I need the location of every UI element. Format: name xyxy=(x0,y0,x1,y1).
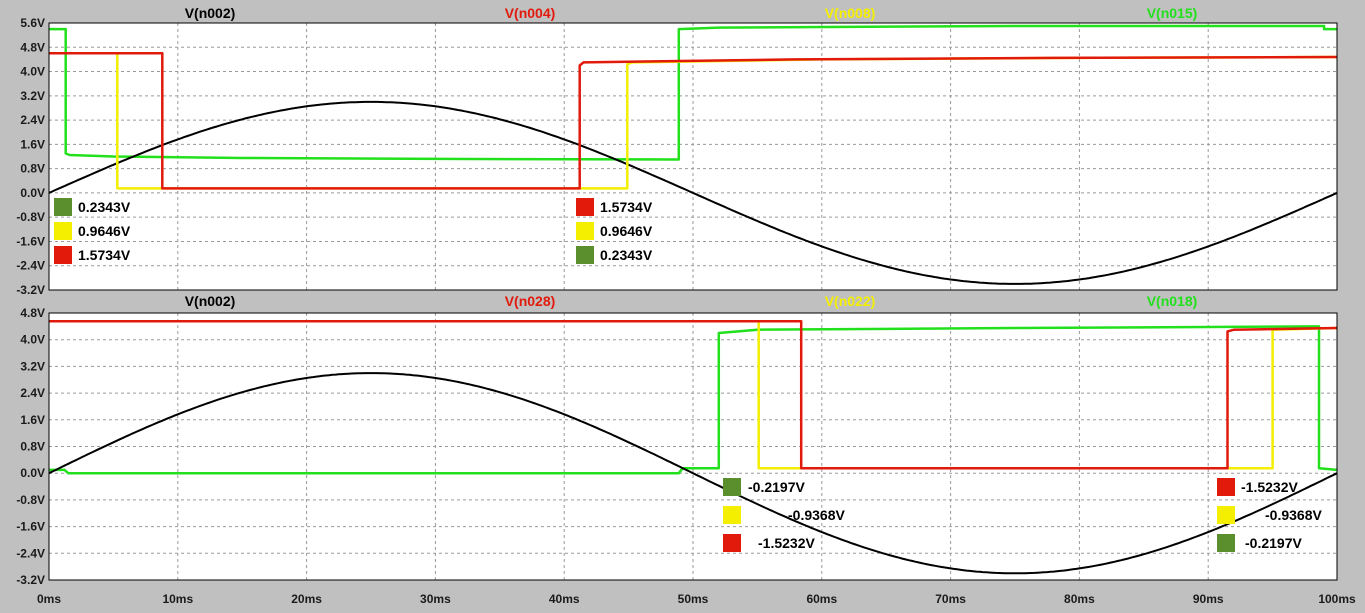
y-tick-label: 0.8V xyxy=(20,162,45,176)
trace-label[interactable]: V(n018) xyxy=(1147,293,1198,309)
panel-bottom: 4.8V 4.0V 3.2V 2.4V 1.6V 0.8V 0.0V -0.8V -1.6V -2… xyxy=(16,293,1356,606)
readout-swatch xyxy=(576,198,594,216)
x-tick-label: 100ms xyxy=(1318,592,1356,606)
panel-top: 5.6V 4.8V 4.0V 3.2V 2.4V 1.6V 0.8V 0.0V -0.8V -1.… xyxy=(16,5,1338,297)
readout-swatch xyxy=(576,246,594,264)
readout-swatch xyxy=(54,246,72,264)
x-tick-label: 40ms xyxy=(549,592,580,606)
x-tick-label: 20ms xyxy=(291,592,322,606)
y-tick-label: -0.8V xyxy=(16,493,45,507)
x-tick-label: 30ms xyxy=(420,592,451,606)
readout-swatch xyxy=(723,506,741,524)
readout-value: 1.5734V xyxy=(600,199,653,215)
y-tick-label: 1.6V xyxy=(20,413,45,427)
trace-label[interactable]: V(n015) xyxy=(1147,5,1198,21)
readout-value: 0.9646V xyxy=(78,223,131,239)
readout-swatch xyxy=(1217,534,1235,552)
trace-label[interactable]: V(n028) xyxy=(505,293,556,309)
y-tick-label: -2.4V xyxy=(16,546,45,560)
y-tick-label: 3.2V xyxy=(20,89,45,103)
readout-swatch xyxy=(723,478,741,496)
y-tick-label: 2.4V xyxy=(20,113,45,127)
y-tick-label: 2.4V xyxy=(20,386,45,400)
oscilloscope-chart: 5.6V 4.8V 4.0V 3.2V 2.4V 1.6V 0.8V 0.0V -0.8V -1.… xyxy=(16,5,1356,606)
x-tick-label: 80ms xyxy=(1064,592,1095,606)
y-tick-label: 1.6V xyxy=(20,137,45,151)
readout-swatch xyxy=(576,222,594,240)
readout-swatch xyxy=(54,198,72,216)
x-tick-label: 60ms xyxy=(806,592,837,606)
y-tick-label: 0.0V xyxy=(20,186,45,200)
cursor-readout-right: 1.5734V 0.9646V 0.2343V xyxy=(576,198,653,264)
readout-value: -0.2197V xyxy=(748,479,805,495)
trace-label[interactable]: V(n004) xyxy=(505,5,556,21)
readout-value: 1.5734V xyxy=(78,247,131,263)
readout-value: -0.2197V xyxy=(1245,535,1302,551)
y-tick-label: -3.2V xyxy=(16,283,45,297)
readout-value: -1.5232V xyxy=(1241,479,1298,495)
readout-value: 0.9646V xyxy=(600,223,653,239)
readout-swatch xyxy=(1217,506,1235,524)
y-tick-label: 0.8V xyxy=(20,440,45,454)
y-tick-label: 0.0V xyxy=(20,466,45,480)
trace-label[interactable]: V(n002) xyxy=(185,293,236,309)
y-tick-label: 5.6V xyxy=(20,16,45,30)
y-tick-label: 4.8V xyxy=(20,306,45,320)
readout-value: -0.9368V xyxy=(788,507,845,523)
y-tick-label: -2.4V xyxy=(16,259,45,273)
y-tick-label: -0.8V xyxy=(16,210,45,224)
trace-label[interactable]: V(n008) xyxy=(825,5,876,21)
cursor-readout-left: 0.2343V 0.9646V 1.5734V xyxy=(54,198,131,264)
readout-swatch xyxy=(1217,478,1235,496)
readout-value: -1.5232V xyxy=(758,535,815,551)
readout-value: 0.2343V xyxy=(78,199,131,215)
x-tick-label: 0ms xyxy=(37,592,61,606)
x-tick-label: 90ms xyxy=(1193,592,1224,606)
readout-value: -0.9368V xyxy=(1265,507,1322,523)
y-tick-label: -3.2V xyxy=(16,573,45,587)
trace-label[interactable]: V(n002) xyxy=(185,5,236,21)
y-tick-label: -1.6V xyxy=(16,520,45,534)
x-tick-label: 50ms xyxy=(678,592,709,606)
readout-swatch xyxy=(723,534,741,552)
y-tick-label: -1.6V xyxy=(16,234,45,248)
trace-label[interactable]: V(n022) xyxy=(825,293,876,309)
y-tick-label: 4.0V xyxy=(20,333,45,347)
y-tick-label: 3.2V xyxy=(20,359,45,373)
y-tick-label: 4.0V xyxy=(20,65,45,79)
x-tick-label: 10ms xyxy=(162,592,193,606)
readout-value: 0.2343V xyxy=(600,247,653,263)
readout-swatch xyxy=(54,222,72,240)
y-tick-label: 4.8V xyxy=(20,40,45,54)
x-tick-label: 70ms xyxy=(935,592,966,606)
